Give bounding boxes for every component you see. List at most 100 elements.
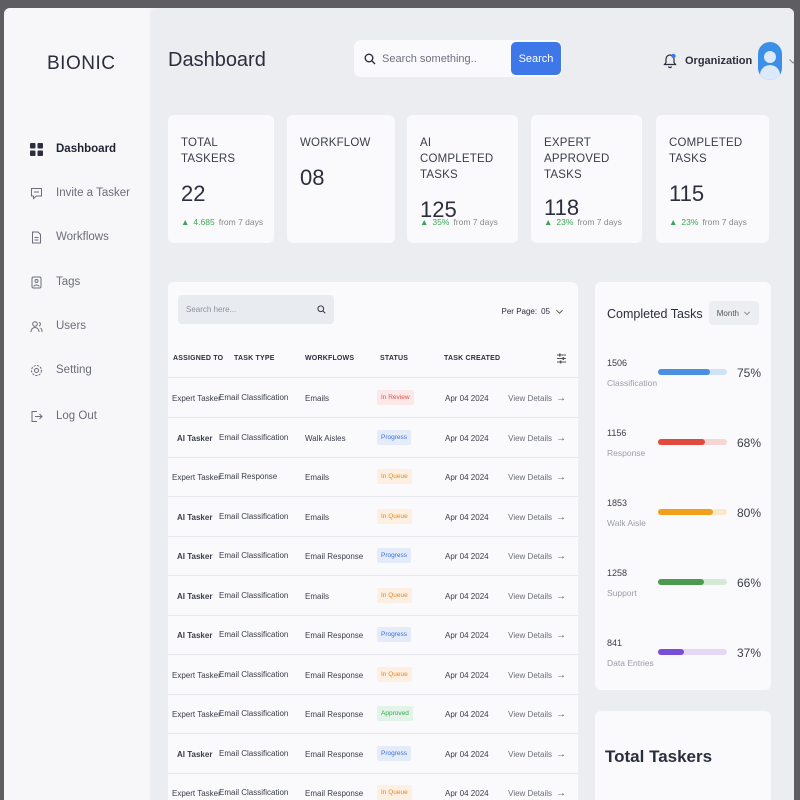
cell-workflow: Email Response [305, 789, 364, 798]
table-search-input[interactable] [186, 305, 311, 314]
trend-up-icon: ▲ [181, 217, 190, 227]
view-details-link[interactable]: View Details → [508, 393, 566, 404]
avatar[interactable] [758, 42, 783, 80]
task-count: 1156 [607, 428, 627, 438]
chevron-down-icon[interactable] [788, 57, 794, 65]
table-row: AI Tasker Email Classification Walk Aisles… [168, 418, 578, 458]
sidebar-item-label: Workflows [56, 231, 109, 243]
search-button[interactable]: Search [511, 42, 561, 75]
cell-task-type: Email Classification [219, 748, 289, 758]
view-details-label: View Details [508, 512, 552, 522]
cell-workflow: Emails [305, 394, 330, 403]
sidebar-item-label: Log Out [56, 410, 97, 422]
arrow-right-icon: → [556, 669, 566, 681]
sidebar-item-dashboard[interactable]: Dashboard [30, 139, 116, 159]
trend-value: 23% [681, 217, 699, 227]
search-icon[interactable] [317, 305, 326, 314]
sidebar-item-workflows[interactable]: Workflows [30, 227, 109, 247]
tasks-table: Per Page: 05 ASSIGNED TO TASK TYPE WORKF… [168, 282, 578, 800]
view-details-label: View Details [508, 789, 552, 798]
status-badge: Approved [377, 706, 413, 721]
view-details-link[interactable]: View Details → [508, 512, 566, 523]
cell-assigned: AI Tasker [177, 749, 213, 759]
task-count: 1853 [607, 498, 628, 508]
stat-card-ai-completed: AI COMPLETED TASKS 125 ▲ 35% from 7 days [407, 115, 518, 243]
status-badge: Progress [377, 548, 412, 563]
stat-card-workflow: WORKFLOW 08 [287, 115, 395, 243]
view-details-link[interactable]: View Details → [508, 788, 566, 799]
table-row: AI Tasker Email Classification Email Respo… [168, 734, 578, 774]
sidebar-item-label: Invite a Tasker [56, 187, 130, 199]
table-row: Expert Tasker Email Classification Email R… [168, 655, 578, 695]
organization-menu[interactable]: Organization [663, 42, 794, 80]
status-badge: Progress [377, 745, 412, 761]
stat-card-total-taskers: TOTAL TASKERS 22 ▲ 4.685 from 7 days [168, 115, 274, 243]
sidebar-item-tags[interactable]: Tags [30, 272, 80, 292]
per-page-select[interactable]: Per Page: 05 [502, 307, 564, 316]
table-search [178, 295, 334, 324]
cell-task-created: Apr 04 2024 [445, 433, 489, 443]
table-row: Expert Tasker Email Classification Emails I… [168, 378, 578, 418]
chevron-down-icon [556, 309, 563, 314]
cell-workflow: Emails [305, 591, 330, 601]
cell-assigned: Expert Tasker [172, 670, 221, 680]
task-category: Data Entries [607, 658, 654, 668]
stat-trend: ▲ 35% from 7 days [420, 217, 498, 227]
task-count: 1506 [607, 358, 628, 368]
cell-task-created: Apr 04 2024 [445, 394, 489, 403]
view-details-link[interactable]: View Details → [508, 591, 566, 602]
status-badge: In Queue [377, 587, 412, 603]
view-details-link[interactable]: View Details → [508, 551, 566, 562]
table-row: AI Tasker Email Classification Email Respo… [168, 615, 578, 655]
view-details-link[interactable]: View Details → [508, 670, 566, 681]
column-header-status: STATUS [380, 355, 409, 362]
task-category: Response [607, 448, 646, 458]
sidebar-item-logout[interactable]: Log Out [30, 406, 97, 426]
progress-bar [658, 579, 727, 585]
view-details-label: View Details [508, 552, 552, 561]
view-details-link[interactable]: View Details → [508, 472, 566, 483]
main-content: Dashboard Search Organization TOTAL TASK… [150, 8, 794, 800]
grid-icon [30, 142, 43, 156]
cell-workflow: Emails [305, 512, 330, 522]
view-details-label: View Details [508, 591, 552, 601]
arrow-right-icon: → [556, 709, 566, 720]
cell-task-type: Email Classification [219, 590, 289, 600]
sidebar-item-label: Setting [56, 364, 92, 376]
progress-bar [658, 439, 727, 445]
progress-fill [658, 649, 684, 655]
view-details-link[interactable]: View Details → [508, 433, 566, 444]
arrow-right-icon: → [556, 590, 566, 602]
sidebar-item-label: Tags [56, 276, 81, 288]
arrow-right-icon: → [556, 748, 566, 760]
status-badge: In Queue [377, 666, 412, 682]
sidebar-item-invite-tasker[interactable]: Invite a Tasker [30, 183, 130, 203]
trend-up-icon: ▲ [420, 217, 429, 227]
view-details-link[interactable]: View Details → [508, 709, 566, 720]
view-details-link[interactable]: View Details → [508, 630, 566, 641]
table-row: Expert Tasker Email Classification Email R… [168, 773, 578, 800]
cell-workflow: Email Response [305, 552, 364, 561]
table-header: ASSIGNED TO TASK TYPE WORKFLOWS STATUS T… [168, 344, 578, 378]
status-badge: Progress [377, 627, 412, 642]
sidebar-item-users[interactable]: Users [30, 316, 86, 336]
table-row: AI Tasker Email Classification Email Respo… [168, 536, 578, 576]
completed-task-item: 1156 Response 68% [607, 428, 763, 468]
view-details-label: View Details [508, 394, 552, 403]
filter-icon[interactable] [557, 353, 566, 364]
progress-bar [658, 649, 727, 655]
arrow-right-icon: → [556, 472, 566, 483]
month-filter-dropdown[interactable]: Month [708, 301, 759, 325]
view-details-link[interactable]: View Details → [508, 749, 566, 760]
search-input[interactable] [382, 52, 502, 65]
cell-workflow: Email Response [305, 670, 364, 680]
bell-icon[interactable] [663, 53, 677, 69]
table-row: AI Tasker Email Classification Emails In Qu… [168, 576, 578, 616]
view-details-label: View Details [508, 749, 552, 759]
sidebar-item-setting[interactable]: Setting [30, 360, 92, 380]
completed-task-item: 1853 Walk Aisle 80% [607, 498, 763, 538]
trend-suffix: from 7 days [453, 217, 498, 227]
progress-fill [658, 369, 710, 375]
cell-workflow: Emails [305, 473, 330, 482]
cell-task-created: Apr 04 2024 [445, 631, 489, 640]
